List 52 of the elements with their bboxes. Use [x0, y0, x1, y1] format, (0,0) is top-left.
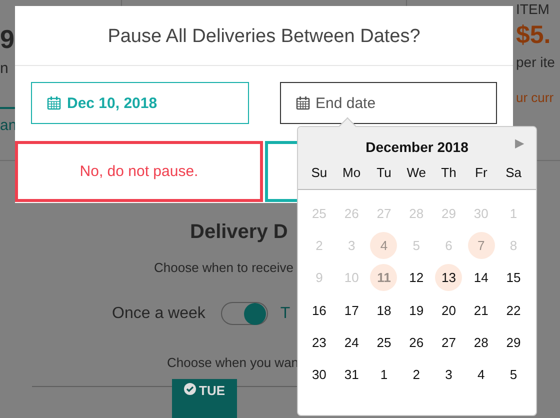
calendar-icon: [296, 96, 310, 110]
frequency-label: Once a week: [112, 304, 206, 322]
weekday-label: Mo: [342, 165, 362, 180]
calendar-day[interactable]: 13: [435, 264, 462, 292]
calendar-day[interactable]: 23: [306, 328, 333, 356]
calendar-day[interactable]: 19: [402, 296, 430, 324]
calendar-icon: [47, 96, 61, 110]
modal-title: Pause All Deliveries Between Dates?: [15, 6, 513, 66]
calendar-day[interactable]: 2: [402, 361, 430, 388]
calendar-day[interactable]: 29: [500, 328, 528, 356]
calendar-day[interactable]: 4: [468, 361, 495, 388]
weekday-label: Su: [310, 165, 328, 180]
weekday-label: Tu: [376, 165, 392, 180]
frequency-toggle[interactable]: [221, 302, 268, 325]
check-icon: [184, 383, 196, 395]
calendar-day[interactable]: 24: [338, 328, 366, 356]
section-prompt: Choose when you wan: [167, 355, 300, 370]
calendar-day[interactable]: 1: [370, 361, 398, 388]
calendar-day[interactable]: 30: [306, 361, 333, 388]
cancel-button[interactable]: No, do not pause.: [15, 141, 263, 202]
calendar-day[interactable]: 17: [338, 296, 366, 324]
day-button[interactable]: TUE: [172, 379, 237, 418]
calendar-day[interactable]: 16: [306, 296, 333, 324]
calendar-day[interactable]: 15: [500, 264, 528, 292]
calendar-day[interactable]: 14: [468, 264, 495, 292]
stat-text: 9: [0, 24, 15, 54]
section-subtitle: Choose when to receive: [154, 260, 294, 275]
weekday-label: Fr: [474, 165, 488, 180]
weekday-label: Sa: [504, 165, 522, 180]
price-text: $5.: [516, 21, 552, 50]
calendar-day[interactable]: 25: [370, 328, 398, 356]
calendar-day[interactable]: 31: [338, 361, 366, 388]
end-date-field[interactable]: End date: [280, 82, 497, 124]
calendar-day[interactable]: 12: [402, 264, 430, 292]
unit-text: per ite: [516, 54, 556, 70]
calendar-day[interactable]: 20: [435, 296, 462, 324]
calendar-day[interactable]: 26: [402, 328, 430, 356]
stat-text: n: [0, 60, 10, 77]
calendar-day[interactable]: 28: [468, 328, 495, 356]
weekday-label: Th: [440, 165, 458, 180]
calendar-month: December 2018: [366, 138, 468, 155]
calendar-day[interactable]: 22: [500, 296, 528, 324]
note-text: ur curr: [516, 90, 555, 105]
calendar-day[interactable]: 5: [500, 361, 528, 388]
stat-label: ITEM: [516, 1, 550, 17]
weekday-label: We: [406, 165, 427, 180]
calendar-day[interactable]: 27: [435, 328, 462, 356]
section-heading: Delivery D: [190, 221, 289, 244]
calendar-day[interactable]: 21: [468, 296, 495, 324]
calendar-day[interactable]: 18: [370, 296, 398, 324]
calendar-day[interactable]: 3: [435, 361, 462, 388]
frequency-label: T: [280, 304, 290, 322]
